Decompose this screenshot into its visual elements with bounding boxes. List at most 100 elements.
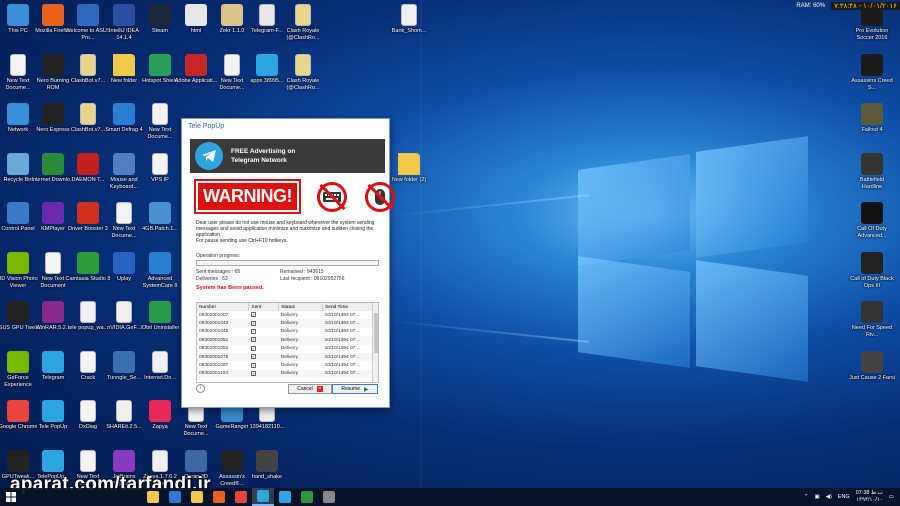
cell-send-time: 10/10/1394 07:... [322, 319, 373, 328]
battlefield-icon [861, 152, 883, 175]
text-file-icon [80, 400, 96, 422]
start-button[interactable] [0, 488, 22, 506]
checkbox-icon: ✓ [250, 328, 256, 334]
taskbar-date: ۱۳۹۴/۱۰/۱۰ [856, 497, 883, 503]
asus-icon [77, 4, 99, 26]
desktop-icon-label: IObit Uninstaller [140, 325, 180, 331]
file-explorer-icon[interactable] [186, 488, 208, 506]
cell-status: Delivery [278, 352, 323, 362]
firefox-icon[interactable] [208, 488, 230, 506]
table-row[interactable]: 09302001048 ✓ Delivery 10/10/1394 07:... [197, 328, 373, 336]
kmplayer-icon [42, 202, 64, 224]
desktop-icon[interactable]: New Text Docume... [137, 103, 183, 141]
cell-status: Delivery [280, 346, 299, 352]
table-row[interactable]: 09302001043 ✓ Delivery 10/10/1394 07:... [197, 319, 373, 328]
desktop-icon[interactable]: Need For Speed Riv... [849, 301, 895, 339]
text-file-icon [10, 53, 26, 76]
desktop-icon[interactable]: Just Cause 2 Farsi [849, 350, 895, 382]
operation-progress-bar [196, 260, 379, 266]
table-row[interactable]: 09302001075 ✓ Delivery 10/10/1394 07:... [197, 352, 373, 362]
file-icon [116, 301, 132, 323]
table-row[interactable]: 09302001052 ✓ Delivery 10/10/1394 07:... [197, 345, 373, 353]
telegram-icon[interactable] [274, 488, 296, 506]
cell-sent: ✓ [248, 352, 279, 362]
hotkey-hint: For pause sending use Ctrl+F10 hotkeys. [196, 238, 288, 244]
media-icon[interactable] [318, 488, 340, 506]
desktop-icon[interactable]: Call Of Duty Advanced... [849, 202, 895, 240]
tray-up-arrow-icon[interactable]: ⌃ [804, 494, 809, 500]
intellij-icon [113, 4, 135, 26]
volume-tray-icon[interactable]: ◀) [826, 494, 832, 500]
cancel-button[interactable]: Cancel × [288, 384, 332, 394]
cell-send-time: 10/10/1394 07:... [324, 329, 361, 335]
desktop-icon[interactable]: VPS IP [137, 152, 183, 184]
system-tray: ⌃ ▣ ◀) ENG 07:38 ب.ظ ۱۳۹۴/۱۰/۱۰ ▭ [804, 488, 894, 506]
desktop-icon[interactable]: Call of Duty Black Ops III [849, 251, 895, 290]
taskbar-clock[interactable]: 07:38 ب.ظ ۱۳۹۴/۱۰/۱۰ [856, 490, 883, 504]
adobe-icon [185, 53, 207, 76]
table-scrollbar[interactable] [372, 303, 378, 382]
cell-status: Delivery [280, 312, 299, 318]
checkbox-icon: ✓ [250, 354, 256, 360]
recycle-bin-icon [7, 152, 29, 175]
chrome-icon[interactable] [230, 488, 252, 506]
taskbar-item-glyph [169, 491, 181, 503]
wallpaper-pane-bl [578, 256, 690, 368]
notifications-icon[interactable]: ▭ [889, 494, 894, 500]
cell-status: Delivery [278, 319, 323, 328]
text-file-icon [116, 202, 132, 224]
table-row[interactable]: 09302001104 ✓ Delivery 10/10/1394 07:... [197, 369, 373, 379]
info-icon[interactable]: i [196, 384, 205, 393]
language-indicator[interactable]: ENG [838, 494, 850, 500]
desktop-icon[interactable]: Advanced SystemCare 8 [137, 251, 183, 290]
table-row[interactable]: 09302001087 ✓ Delivery 10/10/1394 07:... [197, 361, 373, 369]
defrag-icon [113, 103, 135, 125]
cell-sent: ✓ [248, 369, 279, 379]
checkbox-icon: ✓ [250, 362, 256, 368]
tunngle-icon [113, 350, 135, 373]
warning-sign: WARNING! [194, 179, 301, 214]
column-header[interactable]: Number [197, 303, 250, 311]
cell-sent: ✓ [249, 361, 279, 369]
operation-label: Operation progress: [196, 253, 241, 259]
table-row[interactable]: 09302001051 ✓ Delivery 10/10/1394 07:... [197, 336, 373, 345]
desktop-icon[interactable]: Clash Royale (@ClashRo... [280, 4, 326, 42]
send-stats: Sent messages : 65 Deliveries : 63 Remai… [196, 269, 379, 283]
desktop-icon[interactable]: Assassins Creed S... [849, 53, 895, 92]
desktop-icon[interactable]: Clash Royale (@ClashRo... [280, 53, 326, 92]
column-header[interactable]: Sent [248, 303, 280, 311]
desktop-icon[interactable]: Bank_Shom... [386, 4, 432, 35]
column-header[interactable]: Status [278, 303, 324, 311]
table-row[interactable]: 09302001007 ✓ Delivery 10/10/1394 07:... [197, 311, 373, 319]
checkbox-icon: ✓ [250, 337, 256, 343]
desktop-icon[interactable]: New folder (2) [386, 152, 432, 184]
file-explorer-icon[interactable] [142, 488, 164, 506]
file-icon [152, 350, 168, 373]
desktop-icon[interactable]: hand_shake [244, 449, 290, 481]
banner-line-2: Telegram Network [231, 157, 287, 164]
just-cause-icon [861, 350, 883, 373]
tele-popup-window[interactable]: Tele PopUp FREE Advertising on Telegram … [181, 118, 395, 408]
desktop-icon-label: Assassins Creed S... [851, 77, 893, 91]
desktop-icon[interactable]: 4GB.Patch.1... [137, 202, 183, 233]
desktop-icon-label: Bank_Shom... [391, 28, 427, 34]
cell-send-time: 10/10/1394 07:... [322, 369, 373, 379]
column-header[interactable]: Send Time [322, 303, 373, 311]
resume-button[interactable]: Resume ▶ [332, 384, 378, 394]
recipients-table[interactable]: Number Sent Status Send Time 09302001007 ✓ De… [196, 302, 379, 383]
desktop-icon[interactable]: Internet.Do... [137, 350, 183, 382]
cell-status: Delivery [278, 369, 323, 379]
taskbar-item-glyph [279, 491, 291, 503]
cell-sent: ✓ [249, 311, 279, 319]
tele-popup-icon[interactable] [252, 488, 274, 506]
desktop-icon[interactable]: IObit Uninstaller [137, 301, 183, 332]
network-tray-icon[interactable]: ▣ [815, 494, 820, 500]
scrollbar-thumb[interactable] [374, 313, 378, 353]
desktop-icon[interactable]: Battlefield Hardline [849, 152, 895, 191]
edge-icon[interactable] [164, 488, 186, 506]
text-file-icon [80, 449, 96, 472]
desktop-icon[interactable]: Fallout 4 [849, 103, 895, 134]
nfs-icon [861, 301, 883, 323]
camtasia-icon[interactable] [296, 488, 318, 506]
wallpaper-pane-br [696, 260, 808, 382]
